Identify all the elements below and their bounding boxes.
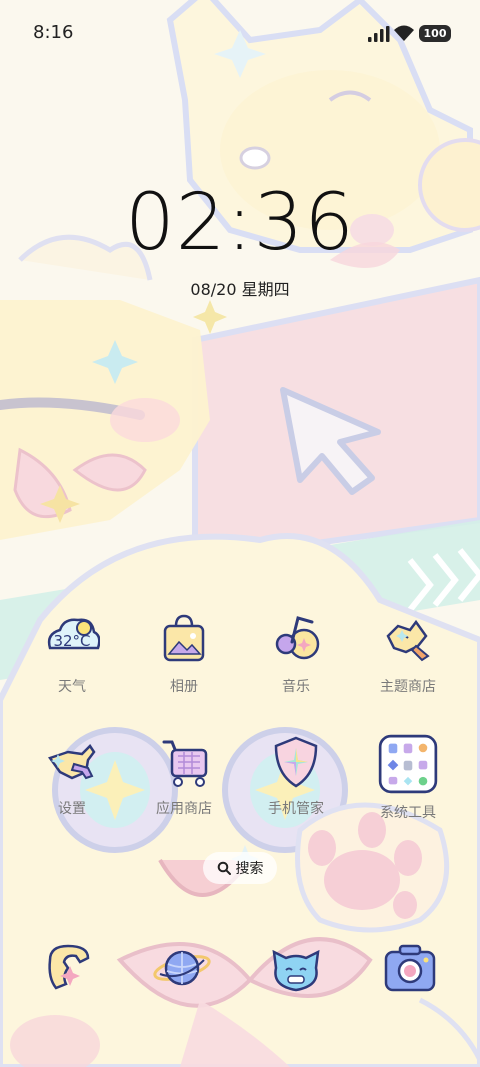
browser-planet-icon[interactable] bbox=[152, 938, 212, 998]
app-music[interactable]: 音乐 bbox=[246, 612, 346, 696]
weather-icon: 32°C bbox=[47, 618, 100, 650]
settings-icon bbox=[47, 744, 96, 780]
wifi-icon bbox=[394, 25, 414, 41]
app-weather[interactable]: 32°C 天气 bbox=[22, 612, 122, 696]
app-theme-store[interactable]: 主题商店 bbox=[358, 612, 458, 696]
music-icon bbox=[275, 616, 320, 660]
app-label: 天气 bbox=[58, 679, 86, 695]
phone-manager-icon bbox=[274, 736, 318, 788]
app-label: 应用商店 bbox=[156, 801, 212, 817]
app-label: 系统工具 bbox=[380, 805, 436, 821]
battery-icon: 100 bbox=[419, 25, 451, 42]
app-phone-manager[interactable]: 手机管家 bbox=[246, 734, 346, 818]
app-system-tools[interactable]: 系统工具 bbox=[358, 734, 458, 822]
status-time: 8:16 bbox=[33, 22, 74, 43]
app-label: 手机管家 bbox=[268, 801, 324, 817]
status-bar: 8:16 100 bbox=[0, 0, 480, 64]
camera-icon[interactable] bbox=[380, 938, 440, 998]
weather-temp: 32°C bbox=[53, 632, 90, 650]
signal-icon bbox=[368, 26, 390, 42]
phone-icon[interactable] bbox=[40, 938, 100, 998]
clock-widget-date: 08/20 星期四 bbox=[190, 280, 290, 299]
messages-cat-icon[interactable] bbox=[266, 938, 326, 998]
wallpaper-illustration bbox=[0, 0, 480, 1067]
theme-store-icon bbox=[386, 619, 430, 662]
system-tools-icon bbox=[378, 734, 438, 794]
search-label: 搜索 bbox=[235, 861, 264, 877]
search-button[interactable]: 搜索 bbox=[203, 852, 277, 884]
app-label: 主题商店 bbox=[380, 679, 436, 695]
app-app-store[interactable]: 应用商店 bbox=[134, 734, 234, 818]
app-label: 相册 bbox=[170, 679, 198, 695]
gallery-icon bbox=[163, 614, 205, 662]
app-label: 设置 bbox=[58, 801, 86, 817]
search-icon bbox=[217, 861, 231, 875]
app-store-icon bbox=[162, 740, 208, 787]
app-settings[interactable]: 设置 bbox=[22, 734, 122, 818]
app-gallery[interactable]: 相册 bbox=[134, 612, 234, 696]
clock-widget-time[interactable]: 02:36 bbox=[0, 178, 480, 268]
app-label: 音乐 bbox=[282, 679, 310, 695]
home-screen: 8:16 100 02:36 08/20 星期四 32°C 天气 相册 音乐 主… bbox=[0, 0, 480, 1067]
